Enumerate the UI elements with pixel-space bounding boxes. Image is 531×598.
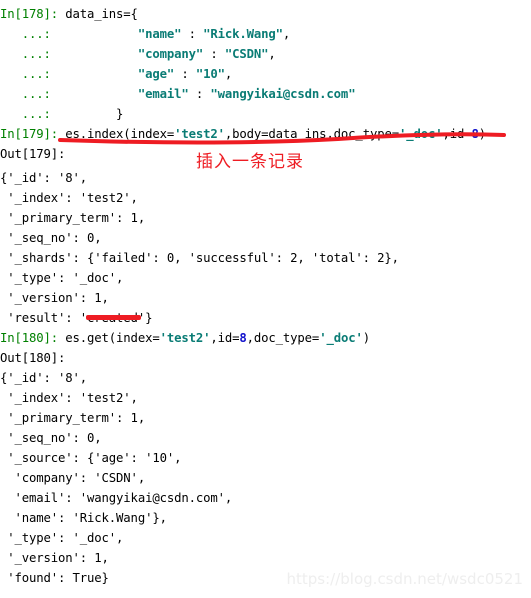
console-token-plain: , bbox=[282, 27, 291, 41]
console-token-prompt-out: Out[180]: bbox=[0, 351, 73, 365]
console-token-plain: ,body=data_ins,doc_type= bbox=[224, 127, 399, 141]
csdn-watermark: https://blog.csdn.net/wsdc0521 bbox=[286, 570, 523, 588]
console-token-prompt-in: In[179]: bbox=[0, 127, 66, 141]
console-line: Out[180]: bbox=[0, 348, 531, 368]
console-line: '_shards': {'failed': 0, 'successful': 2… bbox=[0, 248, 531, 268]
console-token-prompt-dots: ...: bbox=[0, 67, 66, 81]
console-token-plain: '_shards': {'failed': 0, 'successful': 2… bbox=[0, 251, 399, 265]
console-token-prompt-dots: ...: bbox=[0, 47, 66, 61]
console-token-plain: '_primary_term': 1, bbox=[0, 411, 146, 425]
console-token-plain bbox=[65, 87, 138, 101]
console-token-plain: , bbox=[268, 47, 276, 61]
console-line: ...: "name" : "Rick.Wang", bbox=[0, 24, 531, 44]
console-line: '_type': '_doc', bbox=[0, 268, 531, 288]
console-line: '_source': {'age': '10', bbox=[0, 448, 531, 468]
console-token-plain bbox=[65, 47, 138, 61]
console-token-plain: : bbox=[203, 47, 225, 61]
console-token-plain: '_type': '_doc', bbox=[0, 531, 124, 545]
console-token-plain: '_version': 1, bbox=[0, 551, 109, 565]
console-token-prompt-dots: ...: bbox=[0, 107, 66, 121]
console-token-plain: '_seq_no': 0, bbox=[0, 231, 102, 245]
ipython-console-output[interactable]: In[178]: data_ins={ ...: "name" : "Rick.… bbox=[0, 0, 531, 598]
console-token-str: "name" bbox=[137, 27, 182, 41]
console-token-prompt-dots: ...: bbox=[0, 87, 66, 101]
console-token-plain: '_index': 'test2', bbox=[0, 191, 138, 205]
console-token-plain: '_primary_term': 1, bbox=[0, 211, 146, 225]
console-token-prompt-dots: ...: bbox=[0, 27, 66, 41]
console-line: 'name': 'Rick.Wang'}, bbox=[0, 508, 531, 528]
console-token-plain: {'_id': '8', bbox=[0, 171, 88, 185]
console-token-plain: } bbox=[65, 107, 124, 121]
console-token-plain: 'email': 'wangyikai@csdn.com', bbox=[0, 491, 233, 505]
console-line: '_version': 1, bbox=[0, 288, 531, 308]
console-token-num: 8 bbox=[239, 331, 247, 345]
console-line: ...: "age" : "10", bbox=[0, 64, 531, 84]
console-token-plain: ,id= bbox=[210, 331, 240, 345]
console-token-plain: '_source': {'age': '10', bbox=[0, 451, 182, 465]
console-line: 'email': 'wangyikai@csdn.com', bbox=[0, 488, 531, 508]
console-token-plain: es.index(index= bbox=[65, 127, 175, 141]
console-line: '_index': 'test2', bbox=[0, 188, 531, 208]
console-token-str: 'test2' bbox=[159, 331, 211, 345]
console-token-str: '_doc' bbox=[398, 127, 443, 141]
console-token-plain bbox=[65, 27, 138, 41]
console-token-str: "age" bbox=[137, 67, 175, 81]
console-token-plain: ,doc_type= bbox=[246, 331, 320, 345]
console-token-plain bbox=[65, 67, 138, 81]
console-token-plain: '_index': 'test2', bbox=[0, 391, 138, 405]
console-token-str: "company" bbox=[137, 47, 204, 61]
console-token-plain: '_version': 1, bbox=[0, 291, 109, 305]
console-line: {'_id': '8', bbox=[0, 368, 531, 388]
console-token-plain: ,id= bbox=[442, 127, 472, 141]
console-token-str: "email" bbox=[137, 87, 189, 101]
console-token-plain: es.get(index= bbox=[65, 331, 160, 345]
console-line: 'result': 'created'} bbox=[0, 308, 531, 328]
console-token-str: 'test2' bbox=[174, 127, 225, 141]
console-line: '_seq_no': 0, bbox=[0, 228, 531, 248]
console-token-plain: ) bbox=[478, 127, 487, 141]
console-token-num: 8 bbox=[471, 127, 479, 141]
console-line: In[179]: es.index(index='test2',body=dat… bbox=[0, 124, 531, 144]
console-line: '_primary_term': 1, bbox=[0, 208, 531, 228]
console-line: '_type': '_doc', bbox=[0, 528, 531, 548]
console-token-plain: data_ins={ bbox=[65, 7, 138, 21]
console-token-prompt-out: Out[179]: bbox=[0, 147, 73, 161]
console-token-plain: 'found': True} bbox=[0, 571, 109, 585]
console-token-str: '_doc' bbox=[319, 331, 363, 345]
console-token-plain: , bbox=[224, 67, 233, 81]
console-line: In[178]: data_ins={ bbox=[0, 4, 531, 24]
console-line: '_index': 'test2', bbox=[0, 388, 531, 408]
console-token-plain: : bbox=[188, 87, 211, 101]
console-line: '_seq_no': 0, bbox=[0, 428, 531, 448]
console-token-plain: 'company': 'CSDN', bbox=[0, 471, 146, 485]
console-token-str: "Rick.Wang" bbox=[203, 27, 283, 41]
console-token-prompt-in: In[178]: bbox=[0, 7, 66, 21]
console-token-plain: 'name': 'Rick.Wang'}, bbox=[0, 511, 167, 525]
console-token-plain: : bbox=[174, 67, 196, 81]
red-underline-created bbox=[86, 315, 141, 320]
console-token-str: "CSDN" bbox=[224, 47, 269, 61]
console-line: ...: } bbox=[0, 104, 531, 124]
console-line: '_version': 1, bbox=[0, 548, 531, 568]
console-token-plain: {'_id': '8', bbox=[0, 371, 88, 385]
console-line: 'company': 'CSDN', bbox=[0, 468, 531, 488]
console-token-plain: '_seq_no': 0, bbox=[0, 431, 102, 445]
console-token-plain: '_type': '_doc', bbox=[0, 271, 124, 285]
console-line: '_primary_term': 1, bbox=[0, 408, 531, 428]
console-line: ...: "company" : "CSDN", bbox=[0, 44, 531, 64]
console-token-str: "10" bbox=[195, 67, 225, 81]
console-token-str: "wangyikai@csdn.com" bbox=[210, 87, 356, 101]
console-token-prompt-in: In[180]: bbox=[0, 331, 66, 345]
console-line: ...: "email" : "wangyikai@csdn.com" bbox=[0, 84, 531, 104]
red-note-text: 插入一条记录 bbox=[196, 152, 304, 172]
console-token-plain: ) bbox=[362, 331, 370, 345]
console-token-plain: : bbox=[181, 27, 204, 41]
console-line: In[180]: es.get(index='test2',id=8,doc_t… bbox=[0, 328, 531, 348]
